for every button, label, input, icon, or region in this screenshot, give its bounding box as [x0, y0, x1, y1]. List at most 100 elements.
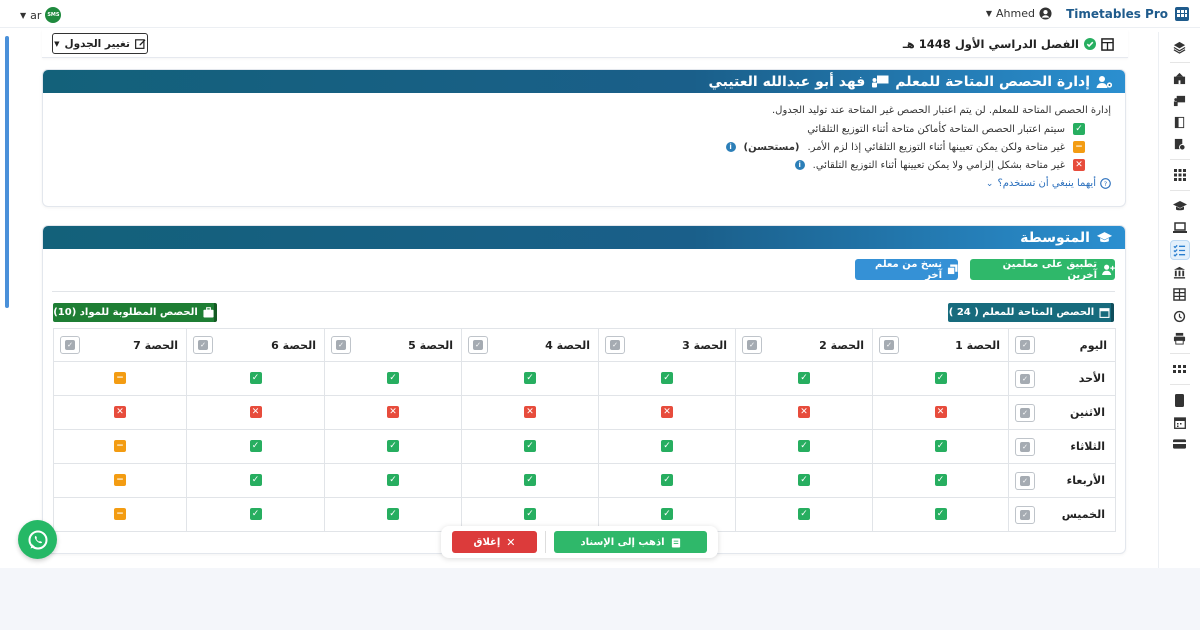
clipboard-icon — [671, 537, 680, 548]
language-code: ar — [30, 8, 42, 22]
copy-from-teacher-button[interactable]: نسخ من معلم آخر — [855, 259, 958, 281]
availability-cell[interactable]: ✓ — [872, 361, 1009, 396]
availability-cell[interactable]: ✓ — [324, 463, 462, 498]
info-icon[interactable]: i — [794, 160, 805, 170]
language-switcher[interactable]: ▼ ar SMS — [20, 7, 62, 23]
availability-cell[interactable]: − — [53, 429, 187, 464]
sidebar-item-print[interactable] — [1170, 328, 1190, 348]
select-all-checkbox[interactable]: ✓ — [1015, 336, 1035, 354]
availability-cell[interactable]: − — [53, 361, 187, 396]
availability-cell[interactable]: ✓ — [186, 497, 325, 532]
sidebar-item-graduation[interactable] — [1170, 196, 1190, 216]
go-to-assignment-button[interactable]: اذهب إلى الإسناد — [554, 531, 707, 553]
change-timetable-button[interactable]: تغيير الجدول ▼ — [52, 33, 148, 54]
availability-cell[interactable]: ✓ — [872, 497, 1009, 532]
legend-partial-text: غير متاحة ولكن يمكن تعيينها أثناء التوزي… — [807, 141, 1066, 153]
calendar-icon — [1173, 416, 1186, 429]
availability-cell[interactable]: ✓ — [598, 463, 736, 498]
which-to-use-link[interactable]: ? أيهما ينبغي أن تستخدم؟ ⌄ — [43, 178, 1111, 189]
sidebar-item-settings[interactable] — [1170, 134, 1190, 154]
user-menu[interactable]: ▼ Ahmed — [986, 7, 1052, 20]
which-to-use-label: أيهما ينبغي أن تستخدم؟ — [997, 178, 1096, 189]
check-square-icon: ✓ — [524, 474, 536, 486]
availability-cell[interactable]: ✓ — [461, 463, 599, 498]
sidebar-item-layers[interactable] — [1170, 37, 1190, 57]
day-row-checkbox[interactable]: ✓ — [1015, 505, 1035, 524]
day-cell: الثلاثاء ✓ — [1008, 429, 1116, 464]
check-icon: ✓ — [1020, 509, 1030, 520]
day-label: الاثنين — [1070, 406, 1105, 419]
period-1-checkbox[interactable]: ✓ — [879, 336, 899, 354]
day-row-checkbox[interactable]: ✓ — [1015, 471, 1035, 490]
period-header-label: الحصة 2 — [819, 338, 864, 352]
availability-cell[interactable]: ✕ — [324, 395, 462, 430]
availability-cell[interactable]: ✕ — [598, 395, 736, 430]
go-to-assignment-label: اذهب إلى الإسناد — [580, 536, 665, 548]
check-square-icon: ✓ — [387, 372, 399, 384]
availability-cell[interactable]: ✓ — [735, 429, 873, 464]
availability-cell[interactable]: ✓ — [598, 429, 736, 464]
sidebar-item-school[interactable] — [1170, 68, 1190, 88]
availability-cell[interactable]: ✕ — [186, 395, 325, 430]
scrollbar[interactable] — [5, 36, 9, 308]
availability-cell[interactable]: ✓ — [461, 429, 599, 464]
period-2-checkbox[interactable]: ✓ — [742, 336, 762, 354]
period-5-checkbox[interactable]: ✓ — [331, 336, 351, 354]
sidebar-item-calendar[interactable] — [1170, 412, 1190, 432]
info-icon[interactable]: i — [725, 142, 736, 152]
availability-cell[interactable]: ✓ — [735, 497, 873, 532]
period-header-label: الحصة 5 — [408, 338, 453, 352]
apply-to-teachers-button[interactable]: تطبيق على معلمين آخرين — [970, 259, 1115, 281]
sidebar-item-apps[interactable] — [1170, 359, 1190, 379]
period-6-checkbox[interactable]: ✓ — [193, 336, 213, 354]
user-gear-icon — [1096, 75, 1113, 88]
period-header-label: الحصة 1 — [955, 338, 1000, 352]
table-row: الثلاثاء ✓ ✓ ✓ ✓ ✓ ✓ ✓ − — [53, 429, 1116, 464]
period-3-checkbox[interactable]: ✓ — [605, 336, 625, 354]
availability-cell[interactable]: ✓ — [186, 361, 325, 396]
availability-cell[interactable]: ✓ — [324, 429, 462, 464]
availability-cell[interactable]: − — [53, 497, 187, 532]
sidebar-item-history[interactable] — [1170, 306, 1190, 326]
availability-cell[interactable]: ✓ — [186, 429, 325, 464]
day-row-checkbox[interactable]: ✓ — [1015, 369, 1035, 388]
availability-cell[interactable]: ✕ — [872, 395, 1009, 430]
availability-cell[interactable]: ✓ — [324, 497, 462, 532]
day-row-checkbox[interactable]: ✓ — [1015, 403, 1035, 422]
close-button[interactable]: ✕ إغلاق — [452, 531, 537, 553]
x-square-icon: ✕ — [934, 406, 947, 418]
availability-cell[interactable]: ✓ — [872, 463, 1009, 498]
availability-cell[interactable]: ✕ — [461, 395, 599, 430]
day-row-checkbox[interactable]: ✓ — [1015, 437, 1035, 456]
sidebar-item-teachers[interactable] — [1170, 90, 1190, 110]
sidebar-item-classroom[interactable] — [1170, 218, 1190, 238]
availability-cell[interactable]: ✕ — [53, 395, 187, 430]
sidebar-item-availability[interactable] — [1169, 240, 1190, 260]
brand[interactable]: Timetables Pro — [1066, 6, 1190, 22]
availability-cell[interactable]: ✓ — [324, 361, 462, 396]
check-square-icon: ✓ — [798, 372, 810, 384]
period-header-cell: الحصة 1 ✓ — [872, 328, 1009, 362]
sidebar-item-card[interactable] — [1170, 434, 1190, 454]
list-check-icon — [1173, 244, 1186, 257]
period-7-checkbox[interactable]: ✓ — [60, 336, 80, 354]
sidebar-item-grid[interactable] — [1170, 165, 1190, 185]
sidebar-item-building[interactable] — [1170, 262, 1190, 282]
availability-cell[interactable]: ✓ — [598, 361, 736, 396]
period-4-checkbox[interactable]: ✓ — [468, 336, 488, 354]
check-square-icon: ✓ — [249, 440, 262, 452]
sidebar-item-book[interactable] — [1170, 112, 1190, 132]
availability-cell[interactable]: − — [53, 463, 187, 498]
check-square-icon: ✓ — [661, 508, 673, 520]
availability-cell[interactable]: ✓ — [186, 463, 325, 498]
availability-cell[interactable]: ✓ — [461, 361, 599, 396]
availability-cell[interactable]: ✓ — [735, 361, 873, 396]
availability-cell[interactable]: ✕ — [735, 395, 873, 430]
sidebar-item-table[interactable] — [1170, 284, 1190, 304]
check-icon: ✓ — [1020, 475, 1030, 486]
check-square-icon: ✓ — [934, 440, 947, 452]
availability-cell[interactable]: ✓ — [735, 463, 873, 498]
sidebar-item-mobile[interactable] — [1170, 390, 1190, 410]
whatsapp-button[interactable] — [18, 520, 57, 559]
availability-cell[interactable]: ✓ — [872, 429, 1009, 464]
